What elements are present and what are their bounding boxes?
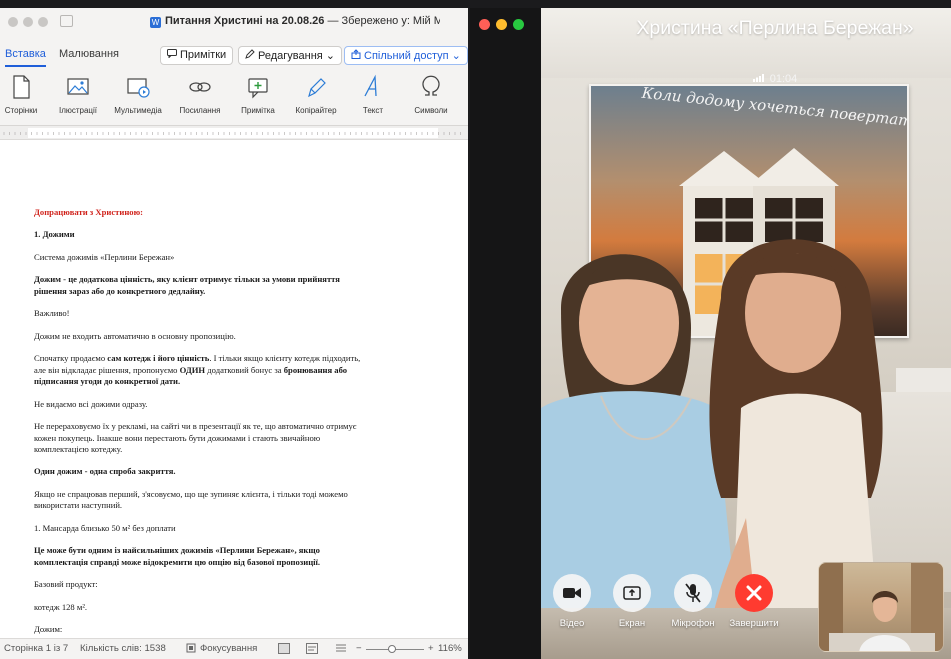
ribbon-symbols-label: Символи (414, 106, 448, 115)
doc-paragraph-bold: Це може бути одним із найсильніших дожим… (34, 545, 321, 567)
word-status-bar: Сторінка 1 із 7 Кількість слів: 1538 Фок… (0, 638, 468, 659)
ribbon-copywriter[interactable]: Копірайтер (295, 72, 337, 122)
doc-paragraph: Базовий продукт: (34, 579, 98, 590)
document-title: W Питання Христині на 20.08.26 — Збережен… (150, 14, 440, 28)
ribbon-illustrations[interactable]: Ілюстрації (58, 72, 98, 122)
call-duration: 01:04 (620, 73, 930, 85)
ribbon-text-label: Текст (362, 106, 384, 115)
save-location[interactable]: — Збережено у: Мій Mac ⌄ (327, 15, 440, 27)
end-call-label: Завершити (729, 618, 779, 629)
print-layout-icon[interactable] (278, 643, 290, 657)
signal-bars-icon (752, 73, 765, 85)
web-layout-icon[interactable] (306, 643, 318, 657)
screen-share-button[interactable]: Екран (612, 574, 652, 629)
editing-button[interactable]: Редагування ⌄ (238, 46, 342, 65)
window-minimize-button[interactable] (23, 17, 33, 27)
window-minimize-button[interactable] (496, 19, 507, 30)
ribbon-insert-panel: Сторінки Ілюстрації Мультимедіа Посиланн… (0, 72, 468, 122)
doc-paragraph: Якщо не спрацював перший, з'ясовуємо, що… (34, 488, 348, 511)
end-call-button[interactable]: Завершити (729, 574, 779, 629)
word-window: W Питання Христині на 20.08.26 — Збережен… (0, 8, 468, 659)
ribbon-symbols[interactable]: Символи (412, 72, 450, 122)
page-count[interactable]: Сторінка 1 із 7 (4, 643, 68, 654)
doc-paragraph-mixed: Спочатку продаємо сам котедж і його цінн… (34, 352, 361, 387)
editing-label: Редагування ⌄ (258, 50, 335, 62)
screen-share-icon (613, 574, 651, 612)
window-zoom-button[interactable] (513, 19, 524, 30)
window-zoom-button[interactable] (38, 17, 48, 27)
doc-paragraph: котедж 128 м². (34, 601, 88, 612)
ribbon-links-label: Посилання (179, 106, 221, 115)
call-duration-time: 01:04 (769, 73, 798, 85)
doc-heading-red: Допрацювати з Христиною: (34, 207, 143, 217)
multimedia-icon (127, 78, 150, 98)
zoom-slider-knob[interactable] (387, 645, 396, 653)
word-titlebar: W Питання Христині на 20.08.26 — Збережен… (0, 8, 468, 34)
doc-paragraph: Дожим не входить автоматично в основну п… (34, 330, 236, 341)
doc-heading-1: 1. Дожими (34, 229, 75, 240)
ribbon-text[interactable]: Текст (356, 72, 390, 122)
comment-icon (248, 78, 268, 99)
end-call-icon (735, 574, 773, 612)
word-toolbar-area: W Питання Христині на 20.08.26 — Збережен… (0, 8, 468, 126)
zoom-out-icon[interactable]: − (356, 643, 362, 654)
window-close-button[interactable] (479, 19, 490, 30)
doc-paragraph: Не перераховуємо їх у рекламі, на сайті … (34, 420, 357, 455)
symbols-icon (422, 75, 440, 96)
document-name: Питання Христині на 20.08.26 (165, 15, 325, 27)
ribbon-links[interactable]: Посилання (180, 72, 220, 122)
call-sidebar (470, 8, 541, 659)
ribbon-illustrations-label: Ілюстрації (58, 106, 98, 115)
ribbon-copywriter-label: Копірайтер (295, 106, 337, 115)
focus-mode-label[interactable]: Фокусування (200, 643, 257, 654)
zoom-in-icon[interactable]: + (428, 643, 434, 654)
ribbon-multimedia-label: Мультимедіа (114, 106, 162, 115)
doc-paragraph: Не видаємо всі дожими одразу. (34, 398, 148, 409)
video-camera-icon (553, 574, 591, 612)
comment-bubble-icon (167, 49, 177, 61)
ribbon-multimedia[interactable]: Мультимедіа (114, 72, 162, 122)
self-view-person (819, 563, 943, 651)
notes-button[interactable]: Примітки (160, 46, 234, 65)
ribbon-pages-label: Сторінки (4, 106, 38, 115)
doc-paragraph: Дожим: (34, 624, 63, 635)
microphone-toggle-button[interactable]: Мікрофон (671, 574, 715, 629)
word-doc-icon: W (150, 17, 161, 28)
ribbon-comment-label: Примітка (241, 106, 275, 115)
copywriter-icon (308, 78, 326, 98)
tab-draw[interactable]: Малювання (59, 48, 119, 60)
pages-icon (13, 75, 30, 99)
word-count[interactable]: Кількість слів: 1538 (80, 643, 166, 654)
ribbon-comment[interactable]: Примітка (238, 72, 278, 122)
text-icon (364, 74, 377, 97)
self-view-video[interactable] (818, 562, 944, 652)
tab-insert[interactable]: Вставка (5, 48, 46, 67)
share-label: Спільний доступ ⌄ (364, 50, 461, 62)
caller-name: Христина «Перлина Бережан» (636, 17, 914, 39)
document-page[interactable]: Допрацювати з Христиною: 1. Дожими Систе… (0, 141, 468, 636)
doc-paragraph: Важливо! (34, 308, 70, 319)
share-button[interactable]: Спільний доступ ⌄ (344, 46, 468, 65)
doc-paragraph: Система дожимів «Перлини Бережан» (34, 251, 175, 262)
share-icon (351, 49, 361, 62)
illustrations-icon (67, 78, 89, 95)
link-icon (189, 82, 211, 92)
window-close-button[interactable] (8, 17, 18, 27)
doc-paragraph: 1. Мансарда близько 50 м² без доплати (34, 522, 176, 533)
facetime-window: Коли додому хочеться повертатись... Хрис… (470, 8, 951, 659)
sidebar-toggle-icon[interactable] (60, 15, 73, 27)
doc-paragraph-bold: Дожим - це додаткова цінність, яку клієн… (34, 274, 340, 296)
doc-paragraph-bold: Один дожим - одна спроба закриття. (34, 466, 176, 477)
video-toggle-button[interactable]: Відео (552, 574, 592, 629)
document-body[interactable]: Допрацювати з Христиною: 1. Дожими Систе… (34, 207, 374, 636)
ribbon-tabs: Вставка Малювання Примітки Редагування ⌄… (0, 44, 468, 70)
microphone-muted-icon (674, 574, 712, 612)
zoom-level[interactable]: 116% (438, 643, 462, 654)
ribbon-pages[interactable]: Сторінки (4, 72, 38, 122)
focus-mode-icon[interactable] (186, 643, 196, 656)
pencil-icon (245, 49, 255, 62)
notes-label: Примітки (180, 49, 227, 61)
horizontal-ruler[interactable] (0, 126, 468, 140)
outline-view-icon[interactable] (336, 643, 346, 656)
